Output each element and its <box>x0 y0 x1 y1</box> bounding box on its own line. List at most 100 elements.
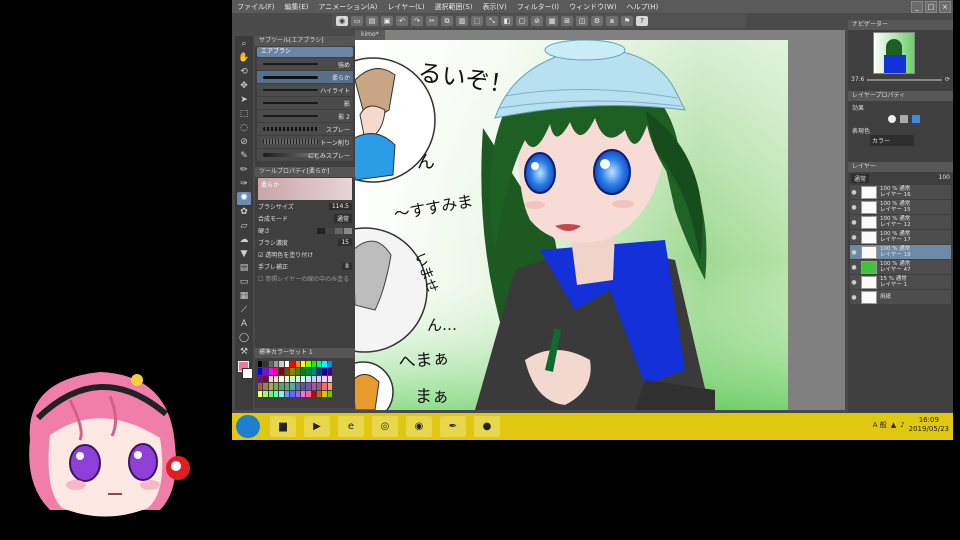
figure-tool-icon[interactable]: ▭ <box>237 276 251 289</box>
brush-item[interactable]: トーン削り <box>257 136 353 148</box>
color-swatch[interactable] <box>258 375 263 383</box>
color-swatch[interactable] <box>290 375 295 383</box>
save-icon[interactable]: ▣ <box>381 16 393 26</box>
color-swatch[interactable] <box>306 383 311 390</box>
color-swatch[interactable] <box>258 361 263 368</box>
prop-stabilization[interactable]: 手ブレ補正 8 <box>258 261 352 272</box>
color-swatch[interactable] <box>295 375 300 383</box>
navigator-zoom[interactable]: 37.6 ⟳ <box>851 76 950 83</box>
app-icon[interactable]: ◎ <box>372 416 398 437</box>
clock[interactable]: 16:09 2019/05/23 <box>909 416 949 434</box>
color-swatch[interactable] <box>322 383 327 390</box>
color-swatch[interactable] <box>274 390 279 397</box>
color-swatch[interactable] <box>327 390 332 397</box>
drawing-canvas[interactable]: るいぞ！ ん 〜すすみま いませ ん… へまぁ まぁ <box>355 40 788 410</box>
transform-icon[interactable]: ⤡ <box>486 16 498 26</box>
redo-icon[interactable]: ↷ <box>411 16 423 26</box>
ie-icon[interactable]: e <box>338 416 364 437</box>
airbrush-tool-icon[interactable]: ✺ <box>237 192 251 205</box>
menu-layer[interactable]: レイヤー(L) <box>382 2 429 12</box>
layer-row[interactable]: ● 100 % 通常 レイヤー 12 <box>850 215 951 229</box>
visibility-icon[interactable]: ● <box>850 264 858 271</box>
menu-edit[interactable]: 編集(E) <box>280 2 314 12</box>
color-swatch[interactable] <box>295 390 300 397</box>
color-swatch[interactable] <box>268 361 274 368</box>
visibility-icon[interactable]: ● <box>850 189 858 196</box>
color-swatch[interactable] <box>295 368 300 375</box>
fill-tool-icon[interactable]: ▼ <box>237 248 251 261</box>
brush-item[interactable]: スプレー <box>257 123 353 135</box>
brush-item[interactable]: ハイライト <box>257 84 353 96</box>
volume-icon[interactable]: ♪ <box>900 421 904 429</box>
color-swatch[interactable] <box>295 361 300 368</box>
color-swatch[interactable] <box>290 368 295 375</box>
balloon-tool-icon[interactable]: ◯ <box>237 332 251 345</box>
visibility-icon[interactable]: ● <box>850 219 858 226</box>
color-swatch[interactable] <box>311 368 316 375</box>
color-swatch[interactable] <box>263 361 268 368</box>
color-swatch[interactable] <box>316 368 322 375</box>
menu-selection[interactable]: 選択範囲(S) <box>430 2 478 12</box>
visibility-icon[interactable]: ● <box>850 279 858 286</box>
chrome-icon[interactable]: ◉ <box>406 416 432 437</box>
paste-icon[interactable]: ▥ <box>456 16 468 26</box>
transparent-icon[interactable]: ⊘ <box>531 16 543 26</box>
canvas-area[interactable]: kimo* るいぞ！ ん 〜すすみま いませ ん… へまぁ まぁ <box>355 30 845 410</box>
blend-tool-icon[interactable]: ☁ <box>237 234 251 247</box>
color-swatch[interactable] <box>311 383 316 390</box>
snap-icon[interactable]: ◫ <box>576 16 588 26</box>
clear-icon[interactable]: ✂ <box>426 16 438 26</box>
prop-transparent-paint[interactable]: ☑ 透明色を塗り付け <box>258 249 352 260</box>
color-indicator[interactable] <box>237 360 253 382</box>
menu-help[interactable]: ヘルプ(H) <box>621 2 663 12</box>
color-swatch[interactable] <box>258 390 263 397</box>
color-swatch[interactable] <box>274 383 279 390</box>
gradient-tool-icon[interactable]: ▤ <box>237 262 251 275</box>
color-swatch[interactable] <box>284 361 290 368</box>
layer-row[interactable]: ● 100 % 通常 レイヤー 18 <box>850 245 951 259</box>
color-swatch[interactable] <box>263 383 268 390</box>
color-swatch[interactable] <box>268 383 274 390</box>
color-swatch[interactable] <box>316 361 322 368</box>
layer-row[interactable]: ● 用紙 <box>850 290 951 304</box>
brush-item[interactable]: 影 2 <box>257 110 353 122</box>
color-swatch[interactable] <box>327 361 332 368</box>
layer-row[interactable]: ● 15 % 通常 レイヤー 1 <box>850 275 951 289</box>
folder-icon[interactable]: ▆ <box>270 416 296 437</box>
minimize-button[interactable]: _ <box>911 1 923 13</box>
undo-icon[interactable]: ↶ <box>396 16 408 26</box>
color-swatch[interactable] <box>322 390 327 397</box>
color-swatch[interactable] <box>316 383 322 390</box>
copy-icon[interactable]: ⧉ <box>441 16 453 26</box>
color-swatch[interactable] <box>268 390 274 397</box>
color-swatch[interactable] <box>300 361 306 368</box>
color-swatch[interactable] <box>316 390 322 397</box>
color-swatch[interactable] <box>311 390 316 397</box>
color-swatch[interactable] <box>306 361 311 368</box>
color-swatch[interactable] <box>306 368 311 375</box>
zoom-tool-icon[interactable]: ⌕ <box>237 38 251 51</box>
color-swatch[interactable] <box>279 383 284 390</box>
brush-item[interactable]: 強め <box>257 58 353 70</box>
visibility-icon[interactable]: ● <box>850 294 858 301</box>
color-swatch[interactable] <box>258 368 263 375</box>
color-swatch[interactable] <box>279 368 284 375</box>
layer-row[interactable]: ● 100 % 通常 レイヤー 16 <box>850 185 951 199</box>
prop-hardness[interactable]: 硬さ <box>258 225 352 236</box>
color-swatch[interactable] <box>311 375 316 383</box>
color-swatch[interactable] <box>279 375 284 383</box>
color-swatch[interactable] <box>290 383 295 390</box>
color-swatch[interactable] <box>322 361 327 368</box>
flag-icon[interactable]: ⚑ <box>621 16 633 26</box>
layer-row[interactable]: ● 100 % 通常 レイヤー 15 <box>850 200 951 214</box>
color-swatch[interactable] <box>263 375 268 383</box>
color-swatch[interactable] <box>295 383 300 390</box>
color-swatch[interactable] <box>268 368 274 375</box>
menu-animation[interactable]: アニメーション(A) <box>313 2 382 12</box>
color-swatch[interactable] <box>290 361 295 368</box>
layer-row[interactable]: ● 100 % 通常 レイヤー 17 <box>850 230 951 244</box>
color-swatch[interactable] <box>258 383 263 390</box>
new-file-icon[interactable]: ▭ <box>351 16 363 26</box>
prop-reference-layer[interactable]: ☐ 参照レイヤーの線の中のみ塗る <box>258 273 352 284</box>
brush-item-selected[interactable]: 柔らか <box>257 71 353 83</box>
